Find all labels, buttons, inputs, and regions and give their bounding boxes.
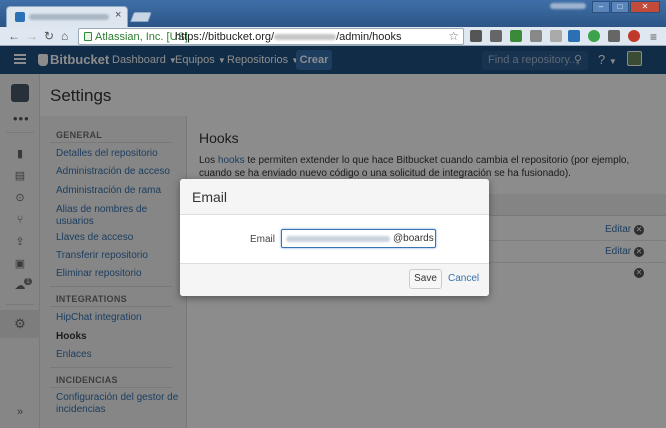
back-icon[interactable]: ←	[8, 29, 20, 43]
email-hook-dialog: Email Email @boards Save Cancel	[180, 179, 489, 296]
save-button[interactable]: Save	[409, 269, 442, 289]
tab-close-icon[interactable]: ×	[115, 9, 121, 21]
dialog-footer	[180, 263, 489, 296]
cancel-button[interactable]: Cancel	[448, 273, 479, 284]
profile-name-redacted	[550, 3, 586, 9]
window-close-icon[interactable]: ✕	[630, 1, 660, 13]
email-field[interactable]: @boards	[281, 229, 436, 248]
chrome-menu-icon[interactable]: ≡	[650, 30, 657, 44]
home-icon[interactable]: ⌂	[61, 29, 68, 43]
forward-icon[interactable]: →	[26, 29, 38, 43]
address-bar[interactable]: Atlassian, Inc. [US] https://bitbucket.o…	[78, 28, 464, 45]
lock-icon	[84, 32, 92, 41]
ev-certificate-label: Atlassian, Inc. [US]	[95, 31, 188, 43]
extension-icon[interactable]	[628, 30, 640, 42]
url-text: https://bitbucket.org//admin/hooks	[175, 31, 402, 43]
window-controls: – □ ✕	[592, 1, 660, 15]
bitbucket-favicon-icon	[15, 12, 25, 22]
email-domain-text: @boards	[393, 233, 434, 244]
bookmark-star-icon[interactable]: ☆	[448, 29, 459, 43]
download-icon[interactable]	[568, 30, 580, 42]
email-redacted	[286, 236, 390, 242]
browser-tab[interactable]: ×	[6, 6, 128, 27]
reload-icon[interactable]: ↻	[44, 29, 54, 43]
new-tab-button[interactable]	[130, 12, 152, 22]
evernote-icon[interactable]	[510, 30, 522, 42]
minimize-icon[interactable]: –	[592, 1, 610, 13]
extension-icon[interactable]	[550, 30, 562, 42]
extension-icon[interactable]	[530, 30, 542, 42]
extension-icon[interactable]	[608, 30, 620, 42]
url-redacted	[274, 34, 337, 41]
extension-icon[interactable]	[588, 30, 600, 42]
email-field-label: Email	[250, 234, 276, 245]
tab-title-redacted	[29, 14, 109, 20]
dialog-title: Email	[192, 189, 228, 205]
extension-icon[interactable]	[490, 30, 502, 42]
maximize-icon[interactable]: □	[611, 1, 629, 13]
pocket-icon[interactable]	[470, 30, 482, 42]
